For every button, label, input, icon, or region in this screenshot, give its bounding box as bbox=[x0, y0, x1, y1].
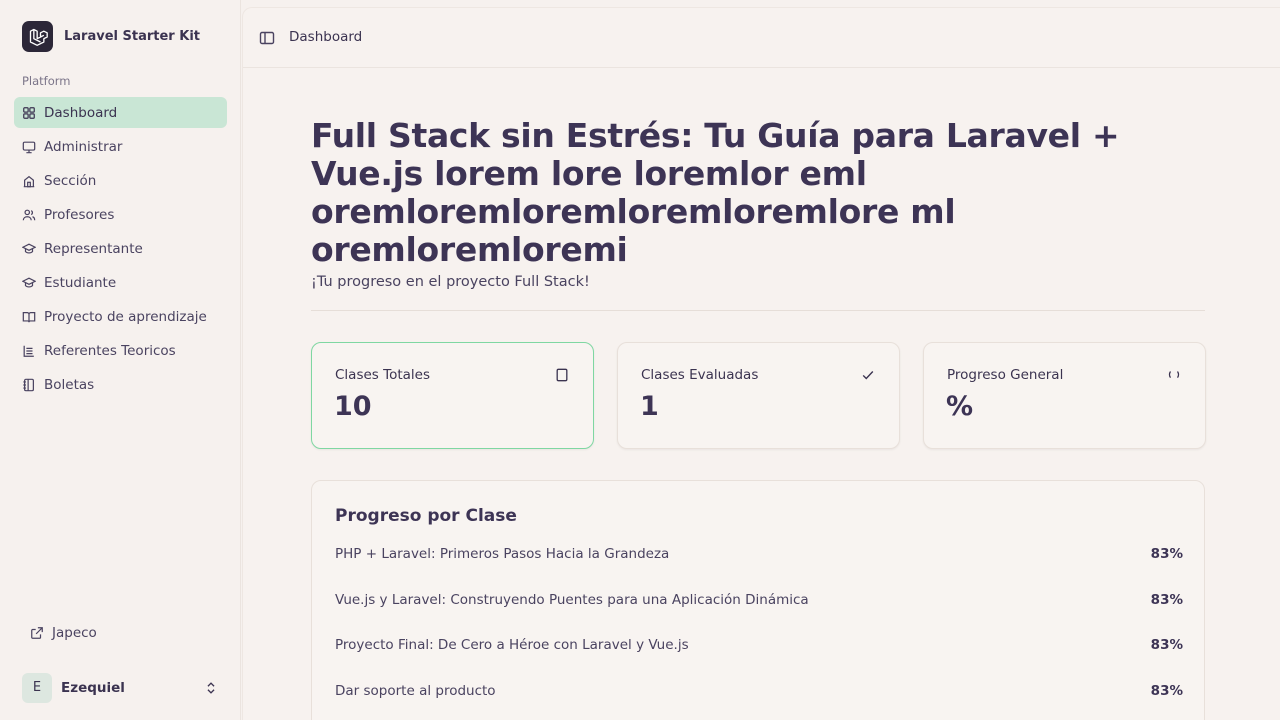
sidebar-item-label: Representante bbox=[44, 240, 143, 257]
square-icon bbox=[555, 367, 569, 382]
nav-group-label: Platform bbox=[22, 74, 71, 88]
sidebar-item-profesores[interactable]: Profesores bbox=[14, 199, 227, 230]
stat-card-clases-totales: Clases Totales 10 bbox=[311, 342, 594, 449]
sidebar-item-label: Proyecto de aprendizaje bbox=[44, 308, 207, 325]
sidebar-item-dashboard[interactable]: Dashboard bbox=[14, 97, 227, 128]
breadcrumb[interactable]: Dashboard bbox=[289, 29, 362, 45]
class-progress: 83% bbox=[1150, 592, 1183, 608]
stat-card-value: % bbox=[946, 391, 974, 422]
panel-title: Progreso por Clase bbox=[335, 506, 517, 526]
class-name: Vue.js y Laravel: Construyendo Puentes p… bbox=[335, 592, 809, 608]
stat-card-label: Progreso General bbox=[947, 367, 1064, 383]
avatar: E bbox=[22, 672, 52, 703]
book-open-icon bbox=[22, 310, 36, 324]
list-item: PHP + Laravel: Primeros Pasos Hacia la G… bbox=[335, 546, 1183, 566]
stat-card-clases-evaluadas: Clases Evaluadas 1 bbox=[617, 342, 900, 449]
sidebar-item-label: Boletas bbox=[44, 376, 95, 393]
list-item: Vue.js y Laravel: Construyendo Puentes p… bbox=[335, 592, 1183, 612]
grid-icon bbox=[22, 106, 36, 120]
laravel-logo-icon bbox=[22, 21, 53, 52]
class-progress: 83% bbox=[1150, 546, 1183, 562]
stat-card-value: 10 bbox=[334, 391, 372, 422]
stat-card-label: Clases Evaluadas bbox=[641, 367, 759, 383]
class-progress: 83% bbox=[1150, 683, 1183, 699]
footer-link-label: Japeco bbox=[52, 625, 97, 641]
list-item: Dar soporte al producto 83% bbox=[335, 683, 1183, 703]
list-icon bbox=[22, 344, 36, 358]
sidebar: Laravel Starter Kit Platform Dashboard A… bbox=[0, 0, 241, 720]
footer-link-japeco[interactable]: Japeco bbox=[30, 625, 97, 641]
sidebar-item-representante[interactable]: Representante bbox=[14, 233, 227, 264]
sidebar-item-seccion[interactable]: Sección bbox=[14, 165, 227, 196]
sidebar-item-label: Dashboard bbox=[44, 104, 118, 121]
external-link-icon bbox=[30, 626, 44, 640]
graduation-cap-icon bbox=[22, 242, 36, 256]
sidebar-item-proyecto[interactable]: Proyecto de aprendizaje bbox=[14, 301, 227, 332]
sidebar-item-label: Administrar bbox=[44, 138, 123, 155]
stat-card-label: Clases Totales bbox=[335, 367, 430, 383]
sidebar-item-estudiante[interactable]: Estudiante bbox=[14, 267, 227, 298]
main-content: Dashboard Full Stack sin Estrés: Tu Guía… bbox=[242, 7, 1280, 720]
user-name: Ezequiel bbox=[61, 679, 125, 696]
notebook-icon bbox=[22, 378, 36, 392]
class-name: Proyecto Final: De Cero a Héroe con Lara… bbox=[335, 637, 689, 653]
sidebar-item-label: Estudiante bbox=[44, 274, 117, 291]
class-name: PHP + Laravel: Primeros Pasos Hacia la G… bbox=[335, 546, 670, 562]
page-title: Full Stack sin Estrés: Tu Guía para Lara… bbox=[311, 116, 1120, 269]
monitor-icon bbox=[22, 140, 36, 154]
brand-name: Laravel Starter Kit bbox=[64, 29, 200, 44]
check-icon bbox=[861, 367, 875, 381]
class-name: Dar soporte al producto bbox=[335, 683, 496, 699]
sidebar-item-label: Profesores bbox=[44, 206, 115, 223]
user-menu[interactable]: E Ezequiel bbox=[22, 672, 222, 703]
loader-icon bbox=[1167, 367, 1181, 381]
page-subtitle: ¡Tu progreso en el proyecto Full Stack! bbox=[311, 274, 590, 290]
topbar: Dashboard bbox=[243, 8, 1280, 68]
sidebar-item-label: Sección bbox=[44, 172, 97, 189]
sidebar-item-referentes[interactable]: Referentes Teoricos bbox=[14, 335, 227, 366]
building-icon bbox=[22, 174, 36, 188]
list-item: Proyecto Final: De Cero a Héroe con Lara… bbox=[335, 637, 1183, 657]
sidebar-nav: Dashboard Administrar Sección Profesores… bbox=[14, 97, 227, 403]
graduation-cap-icon bbox=[22, 276, 36, 290]
stat-card-value: 1 bbox=[640, 391, 659, 422]
sidebar-item-label: Referentes Teoricos bbox=[44, 342, 176, 359]
chevrons-up-down-icon bbox=[204, 680, 218, 694]
sidebar-item-boletas[interactable]: Boletas bbox=[14, 369, 227, 400]
divider bbox=[311, 310, 1205, 311]
sidebar-item-administrar[interactable]: Administrar bbox=[14, 131, 227, 162]
brand[interactable]: Laravel Starter Kit bbox=[22, 21, 200, 52]
progress-panel: Progreso por Clase PHP + Laravel: Primer… bbox=[311, 480, 1205, 720]
users-icon bbox=[22, 208, 36, 222]
stat-card-progreso-general: Progreso General % bbox=[923, 342, 1206, 449]
class-progress: 83% bbox=[1150, 637, 1183, 653]
sidebar-toggle-icon[interactable] bbox=[259, 30, 275, 46]
